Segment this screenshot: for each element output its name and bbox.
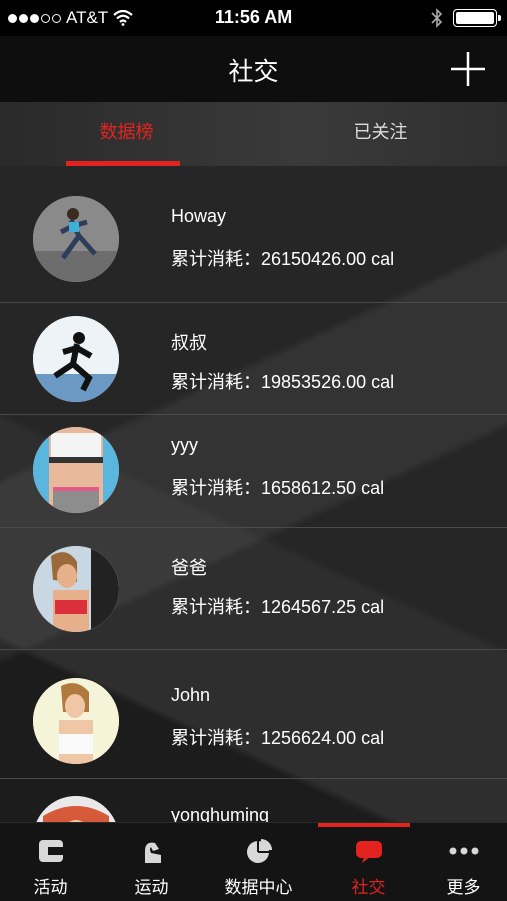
tab-label: 运动 — [134, 878, 169, 897]
tab-data-center[interactable]: 数据中心 — [208, 823, 309, 901]
avatar — [33, 546, 119, 632]
avatar — [33, 678, 119, 764]
user-calories: 累计消耗：1264567.25 cal — [171, 597, 385, 617]
leaderboard-list[interactable]: Howay 累计消耗：26150426.00 cal 叔叔 累计消耗：19853… — [0, 166, 507, 822]
bluetooth-icon — [431, 8, 443, 28]
tab-leaderboard[interactable]: 数据榜 — [0, 102, 253, 166]
tab-more[interactable]: 更多 — [413, 823, 507, 901]
tab-social[interactable]: 社交 — [318, 823, 419, 901]
tab-label: 更多 — [446, 878, 481, 897]
page-title: 社交 — [228, 58, 279, 86]
tab-following[interactable]: 已关注 — [254, 102, 507, 166]
more-dots-icon — [449, 847, 478, 855]
avatar — [33, 796, 119, 822]
avatar — [33, 427, 119, 513]
list-item[interactable]: 叔叔 累计消耗：19853526.00 cal — [0, 303, 507, 415]
chat-bubble-icon — [355, 841, 382, 863]
navigation-bar: 社交 — [0, 36, 507, 102]
list-item[interactable]: yyy 累计消耗：1658612.50 cal — [0, 415, 507, 528]
battery-icon — [453, 9, 501, 27]
user-calories: 累计消耗：26150426.00 cal — [171, 249, 395, 269]
list-item[interactable]: 爸爸 累计消耗：1264567.25 cal — [0, 528, 507, 650]
pie-chart-icon — [246, 839, 272, 863]
user-name: Howay — [171, 206, 227, 226]
avatar — [33, 196, 119, 282]
status-right — [431, 8, 501, 28]
list-item[interactable]: John 累计消耗：1256624.00 cal — [0, 650, 507, 779]
user-name: yyy — [171, 435, 198, 455]
status-bar: AT&T 11:56 AM — [0, 0, 507, 36]
user-name: 叔叔 — [171, 333, 207, 353]
avatar — [33, 316, 119, 402]
list-item[interactable]: Howay 累计消耗：26150426.00 cal — [0, 166, 507, 303]
tab-sport[interactable]: 运动 — [101, 823, 202, 901]
user-name: yonghuming — [171, 805, 270, 822]
user-name: John — [171, 685, 211, 705]
user-calories: 累计消耗：19853526.00 cal — [171, 372, 395, 392]
segment-tabs: 数据榜 已关注 — [0, 102, 507, 166]
user-name: 爸爸 — [171, 558, 207, 578]
list-item[interactable]: yonghuming — [0, 779, 507, 822]
plus-icon[interactable] — [449, 50, 487, 88]
tab-label: 数据中心 — [224, 878, 293, 897]
bottom-tab-bar: 活动 运动 数据中心 社交 更多 — [0, 822, 507, 901]
tab-label: 活动 — [33, 878, 68, 897]
user-calories: 累计消耗：1256624.00 cal — [171, 728, 385, 748]
tab-activity[interactable]: 活动 — [0, 823, 101, 901]
sport-icon — [144, 842, 161, 863]
activity-c-icon — [38, 840, 63, 862]
user-calories: 累计消耗：1658612.50 cal — [171, 478, 385, 498]
tab-label: 社交 — [351, 878, 386, 897]
